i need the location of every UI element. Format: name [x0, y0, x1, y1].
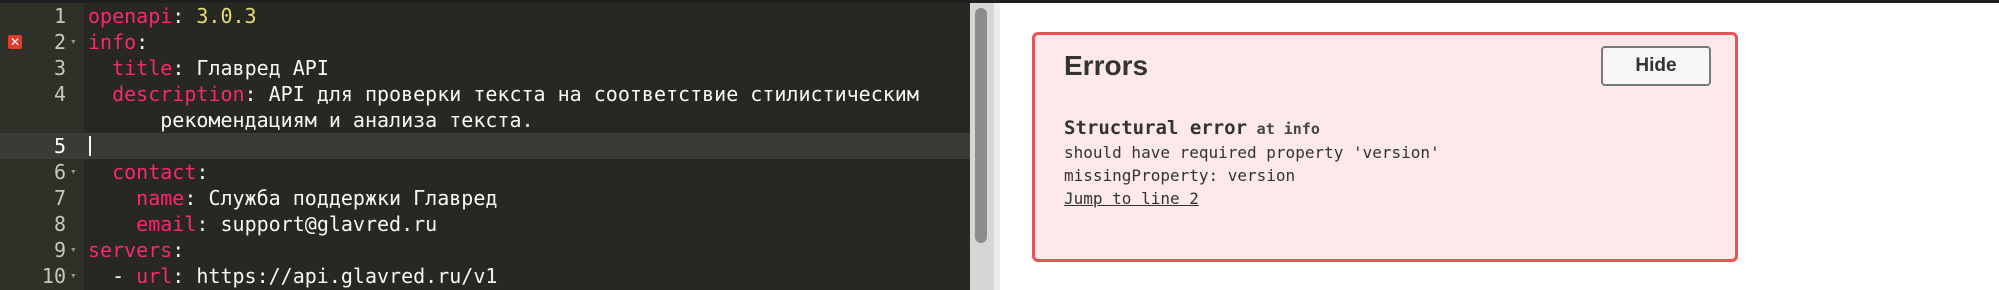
code-text: рекомендациям и анализа текста.: [88, 107, 534, 133]
yaml-key: title: [112, 56, 173, 80]
fold-arrow-icon[interactable]: ▾: [70, 263, 77, 289]
code-text: description: API для проверки текста на …: [112, 82, 919, 106]
code-text: email: support@glavred.ru: [136, 212, 438, 236]
error-message: should have required property 'version': [1064, 143, 1440, 162]
line-number: 5: [53, 134, 66, 158]
editor-line[interactable]: 10 ▾ - url: https://api.glavred.ru/v1: [0, 263, 970, 289]
code-text: openapi: 3.0.3: [88, 4, 257, 28]
editor-line[interactable]: 9 ▾ servers:: [0, 237, 970, 263]
line-number: 4: [53, 82, 66, 106]
errors-title: Errors: [1064, 50, 1149, 81]
yaml-editor[interactable]: 1 openapi: 3.0.3 ✕ 2 ▾ info: 3 title: Гл…: [0, 3, 970, 290]
scrollbar-thumb[interactable]: [975, 8, 987, 243]
fold-arrow-icon[interactable]: ▾: [70, 237, 77, 263]
line-number: 3: [53, 56, 66, 80]
yaml-key: openapi: [88, 4, 173, 28]
yaml-key: contact: [112, 160, 197, 184]
yaml-key: url: [136, 264, 173, 288]
code-text: contact:: [112, 160, 209, 184]
line-number: 8: [53, 212, 66, 236]
line-number: 1: [53, 4, 66, 28]
editor-scrollbar[interactable]: [970, 3, 994, 290]
code-text: name: Служба поддержки Главред: [136, 186, 498, 210]
yaml-key: description: [112, 82, 245, 106]
error-location: at info: [1256, 120, 1320, 138]
line-number: 7: [53, 186, 66, 210]
editor-line[interactable]: 4 description: API для проверки текста н…: [0, 81, 970, 107]
editor-line[interactable]: ✕ 2 ▾ info:: [0, 29, 970, 55]
yaml-key: name: [136, 186, 185, 210]
yaml-value: рекомендациям и анализа текста.: [160, 108, 534, 132]
yaml-value: https://api.glavred.ru/v1: [196, 264, 498, 288]
editor-line-wrap[interactable]: рекомендациям и анализа текста.: [0, 107, 970, 133]
hide-button[interactable]: Hide: [1601, 46, 1711, 86]
yaml-value: Служба поддержки Главред: [208, 186, 498, 210]
editor-line[interactable]: 3 title: Главред API: [0, 55, 970, 81]
yaml-value: support@glavred.ru: [220, 212, 438, 236]
error-item: Structural error at info should have req…: [1064, 117, 1440, 209]
hide-button-wrap: Hide: [1601, 46, 1711, 86]
yaml-key: email: [136, 212, 197, 236]
code-text: servers:: [88, 238, 185, 262]
editor-line[interactable]: 8 email: support@glavred.ru: [0, 211, 970, 237]
yaml-value: Главред API: [196, 56, 329, 80]
error-heading: Structural error: [1064, 117, 1248, 139]
yaml-key: servers: [88, 238, 173, 262]
error-detail: missingProperty: version: [1064, 166, 1296, 185]
code-text: - url: https://api.glavred.ru/v1: [88, 264, 498, 288]
errors-panel: Errors Hide Structural error at info sho…: [1032, 32, 1738, 262]
editor-line[interactable]: 6 ▾ contact:: [0, 159, 970, 185]
yaml-key: info: [88, 30, 137, 54]
yaml-value: 3.0.3: [196, 4, 257, 28]
text-cursor: [89, 136, 91, 156]
fold-arrow-icon[interactable]: ▾: [70, 159, 77, 185]
code-text: title: Главред API: [112, 56, 329, 80]
editor-line[interactable]: 7 name: Служба поддержки Главред: [0, 185, 970, 211]
fold-arrow-icon[interactable]: ▾: [70, 29, 77, 55]
yaml-value: API для проверки текста на соответствие …: [268, 82, 919, 106]
editor-line[interactable]: 1 openapi: 3.0.3: [0, 3, 970, 29]
code-text: info:: [88, 30, 149, 54]
jump-to-line-link[interactable]: Jump to line 2: [1064, 188, 1440, 209]
editor-line-active[interactable]: 5: [0, 133, 970, 159]
